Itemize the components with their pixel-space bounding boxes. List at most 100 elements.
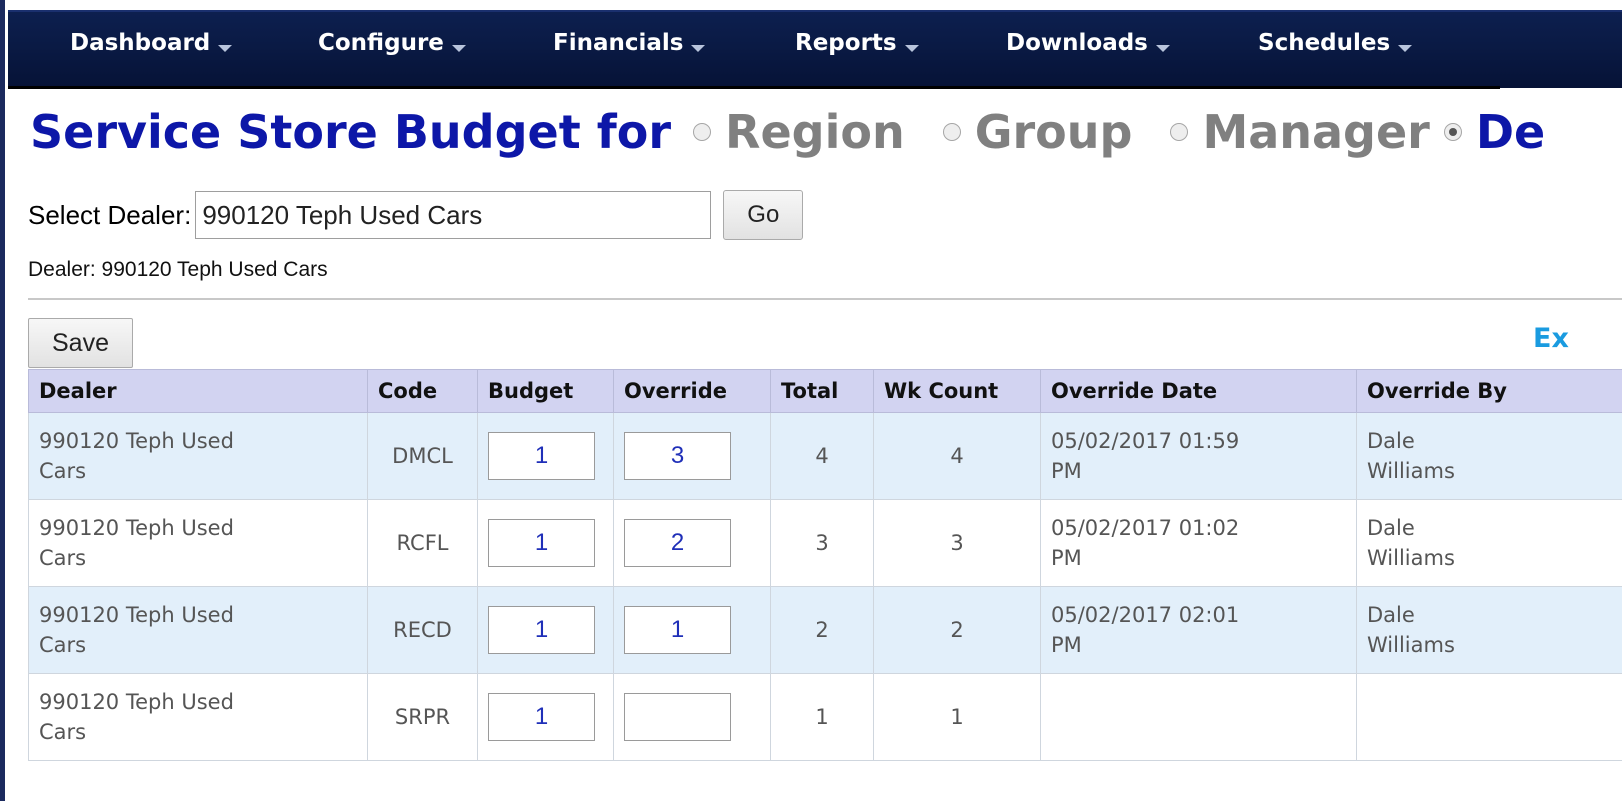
nav-schedules[interactable]: Schedules (1258, 28, 1413, 58)
budget-input[interactable]: 1 (488, 519, 595, 567)
nav-financials[interactable]: Financials (553, 28, 706, 58)
dealer-name-line2: Cars (39, 459, 87, 483)
dealer-name-line2: Cars (39, 546, 87, 570)
column-header-total[interactable]: Total (770, 369, 874, 413)
radio-button-icon[interactable] (1170, 123, 1189, 141)
divider (28, 298, 1622, 300)
override-date-cell: 05/02/2017 01:02 PM (1040, 499, 1357, 587)
nav-downloads[interactable]: Downloads (1006, 28, 1170, 58)
override-by-line1: Dale (1367, 603, 1415, 627)
select-dealer-label: Select Dealer: (28, 199, 192, 230)
chevron-down-icon (1155, 44, 1170, 52)
radio-manager[interactable]: Manager (1170, 105, 1430, 159)
column-header-budget[interactable]: Budget (477, 369, 614, 413)
total-cell: 2 (770, 586, 874, 674)
page-title: Service Store Budget for (30, 105, 672, 159)
column-header-wk-count[interactable]: Wk Count (873, 369, 1041, 413)
table-header-row: Dealer Code Budget Override Total Wk Cou… (28, 369, 1622, 413)
page: Dashboard Configure Financials Reports D… (0, 0, 1622, 801)
dealer-search-input[interactable] (195, 191, 712, 239)
dealer-name-line1: 990120 Teph Used (39, 603, 234, 627)
override-date-line1: 05/02/2017 01:02 (1051, 516, 1240, 540)
override-by-line1: Dale (1367, 429, 1415, 453)
override-date-line2: PM (1051, 633, 1082, 657)
override-by-cell: Dale Williams (1356, 412, 1622, 500)
dealer-name-line1: 990120 Teph Used (39, 429, 234, 453)
dealer-name-line2: Cars (39, 720, 87, 744)
dealer-name-line2: Cars (39, 633, 87, 657)
nav-dashboard-label: Dashboard (70, 30, 211, 56)
override-cell (613, 673, 771, 761)
radio-region[interactable]: Region (693, 105, 905, 159)
go-button[interactable]: Go (723, 190, 804, 240)
radio-dealer[interactable]: De (1443, 105, 1546, 159)
override-date-cell: 05/02/2017 01:59 PM (1040, 412, 1357, 500)
dealer-name-line1: 990120 Teph Used (39, 690, 234, 714)
override-input[interactable]: 3 (624, 432, 731, 480)
budget-input[interactable]: 1 (488, 606, 595, 654)
override-cell: 2 (613, 499, 771, 587)
override-by-cell: Dale Williams (1356, 586, 1622, 674)
wk-count-cell: 3 (873, 499, 1041, 587)
radio-button-icon[interactable] (693, 123, 712, 141)
export-link[interactable]: Ex (1533, 323, 1569, 354)
chevron-down-icon (451, 44, 466, 52)
save-button[interactable]: Save (28, 318, 133, 368)
radio-dealer-label: De (1475, 105, 1546, 159)
override-date-line1: 05/02/2017 02:01 (1051, 603, 1240, 627)
column-header-override-date[interactable]: Override Date (1040, 369, 1357, 413)
dealer-cell: 990120 Teph Used Cars (28, 586, 368, 674)
select-dealer-row: Select Dealer: Go (28, 188, 804, 242)
dealer-cell: 990120 Teph Used Cars (28, 412, 368, 500)
column-header-override[interactable]: Override (613, 369, 771, 413)
nav-dashboard[interactable]: Dashboard (70, 28, 233, 58)
override-date-line2: PM (1051, 546, 1082, 570)
wk-count-cell: 2 (873, 586, 1041, 674)
chevron-down-icon (904, 44, 919, 52)
budget-input[interactable]: 1 (488, 432, 595, 480)
nav-reports[interactable]: Reports (795, 28, 919, 58)
chevron-down-icon (691, 44, 706, 52)
wk-count-cell: 1 (873, 673, 1041, 761)
dealer-name-line1: 990120 Teph Used (39, 516, 234, 540)
radio-manager-label: Manager (1202, 105, 1430, 159)
total-cell: 4 (770, 412, 874, 500)
radio-button-checked-icon[interactable] (1443, 123, 1462, 141)
radio-region-label: Region (725, 105, 905, 159)
chevron-down-icon (218, 44, 233, 52)
total-cell: 1 (770, 673, 874, 761)
override-date-cell: 05/02/2017 02:01 PM (1040, 586, 1357, 674)
code-cell: DMCL (367, 412, 478, 500)
budget-input[interactable]: 1 (488, 693, 595, 741)
override-date-line1: 05/02/2017 01:59 (1051, 429, 1240, 453)
override-by-cell: Dale Williams (1356, 499, 1622, 587)
override-cell: 1 (613, 586, 771, 674)
radio-group[interactable]: Group (942, 105, 1133, 159)
nav-financials-label: Financials (553, 30, 684, 56)
override-by-line2: Williams (1367, 633, 1455, 657)
override-by-line2: Williams (1367, 459, 1455, 483)
nav-schedules-label: Schedules (1258, 30, 1391, 56)
budget-table: Dealer Code Budget Override Total Wk Cou… (28, 369, 1622, 761)
column-header-dealer[interactable]: Dealer (28, 369, 368, 413)
override-input[interactable]: 2 (624, 519, 731, 567)
nav-downloads-label: Downloads (1006, 30, 1148, 56)
code-cell: SRPR (367, 673, 478, 761)
override-input[interactable]: 1 (624, 606, 731, 654)
table-row: 990120 Teph Used Cars SRPR 1 1 1 (28, 673, 1622, 761)
budget-cell: 1 (477, 673, 614, 761)
column-header-override-by[interactable]: Override By (1356, 369, 1622, 413)
radio-button-icon[interactable] (942, 123, 961, 141)
dealer-cell: 990120 Teph Used Cars (28, 499, 368, 587)
nav-configure[interactable]: Configure (318, 28, 466, 58)
wk-count-cell: 4 (873, 412, 1041, 500)
override-by-line2: Williams (1367, 546, 1455, 570)
radio-group-label: Group (974, 105, 1133, 159)
override-by-cell (1356, 673, 1622, 761)
override-input[interactable] (624, 693, 731, 741)
budget-cell: 1 (477, 499, 614, 587)
code-cell: RCFL (367, 499, 478, 587)
column-header-code[interactable]: Code (367, 369, 478, 413)
dealer-cell: 990120 Teph Used Cars (28, 673, 368, 761)
left-border (0, 0, 5, 801)
